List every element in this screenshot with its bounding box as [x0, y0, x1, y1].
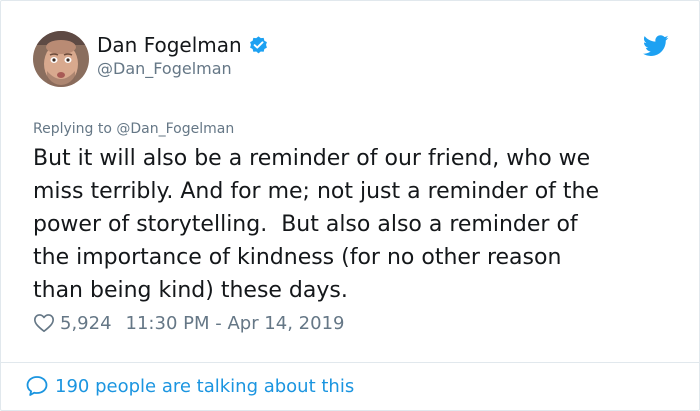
like-count[interactable]: 5,924: [60, 313, 112, 334]
replying-to[interactable]: Replying to @Dan_Fogelman: [33, 121, 234, 137]
author-name-text[interactable]: Dan Fogelman: [97, 33, 242, 57]
speech-bubble-icon: [26, 376, 48, 396]
divider: [1, 362, 699, 363]
avatar-image: [33, 31, 89, 87]
tweet-card: Dan Fogelman @Dan_Fogelman Replying to @…: [0, 0, 700, 411]
tweet-timestamp[interactable]: 11:30 PM - Apr 14, 2019: [126, 313, 345, 334]
verified-badge-icon: [249, 35, 267, 53]
tweet-meta: 5,924 11:30 PM - Apr 14, 2019: [33, 312, 344, 334]
talking-link[interactable]: 190 people are talking about this: [25, 374, 354, 398]
avatar[interactable]: [33, 31, 89, 87]
tweet-text: But it will also be a reminder of our fr…: [33, 146, 600, 303]
twitter-bird-icon[interactable]: [643, 35, 669, 57]
author-name[interactable]: Dan Fogelman: [97, 33, 269, 57]
talking-label[interactable]: 190 people are talking about this: [55, 376, 354, 397]
heart-icon[interactable]: [33, 312, 55, 334]
author-handle[interactable]: @Dan_Fogelman: [97, 59, 232, 78]
